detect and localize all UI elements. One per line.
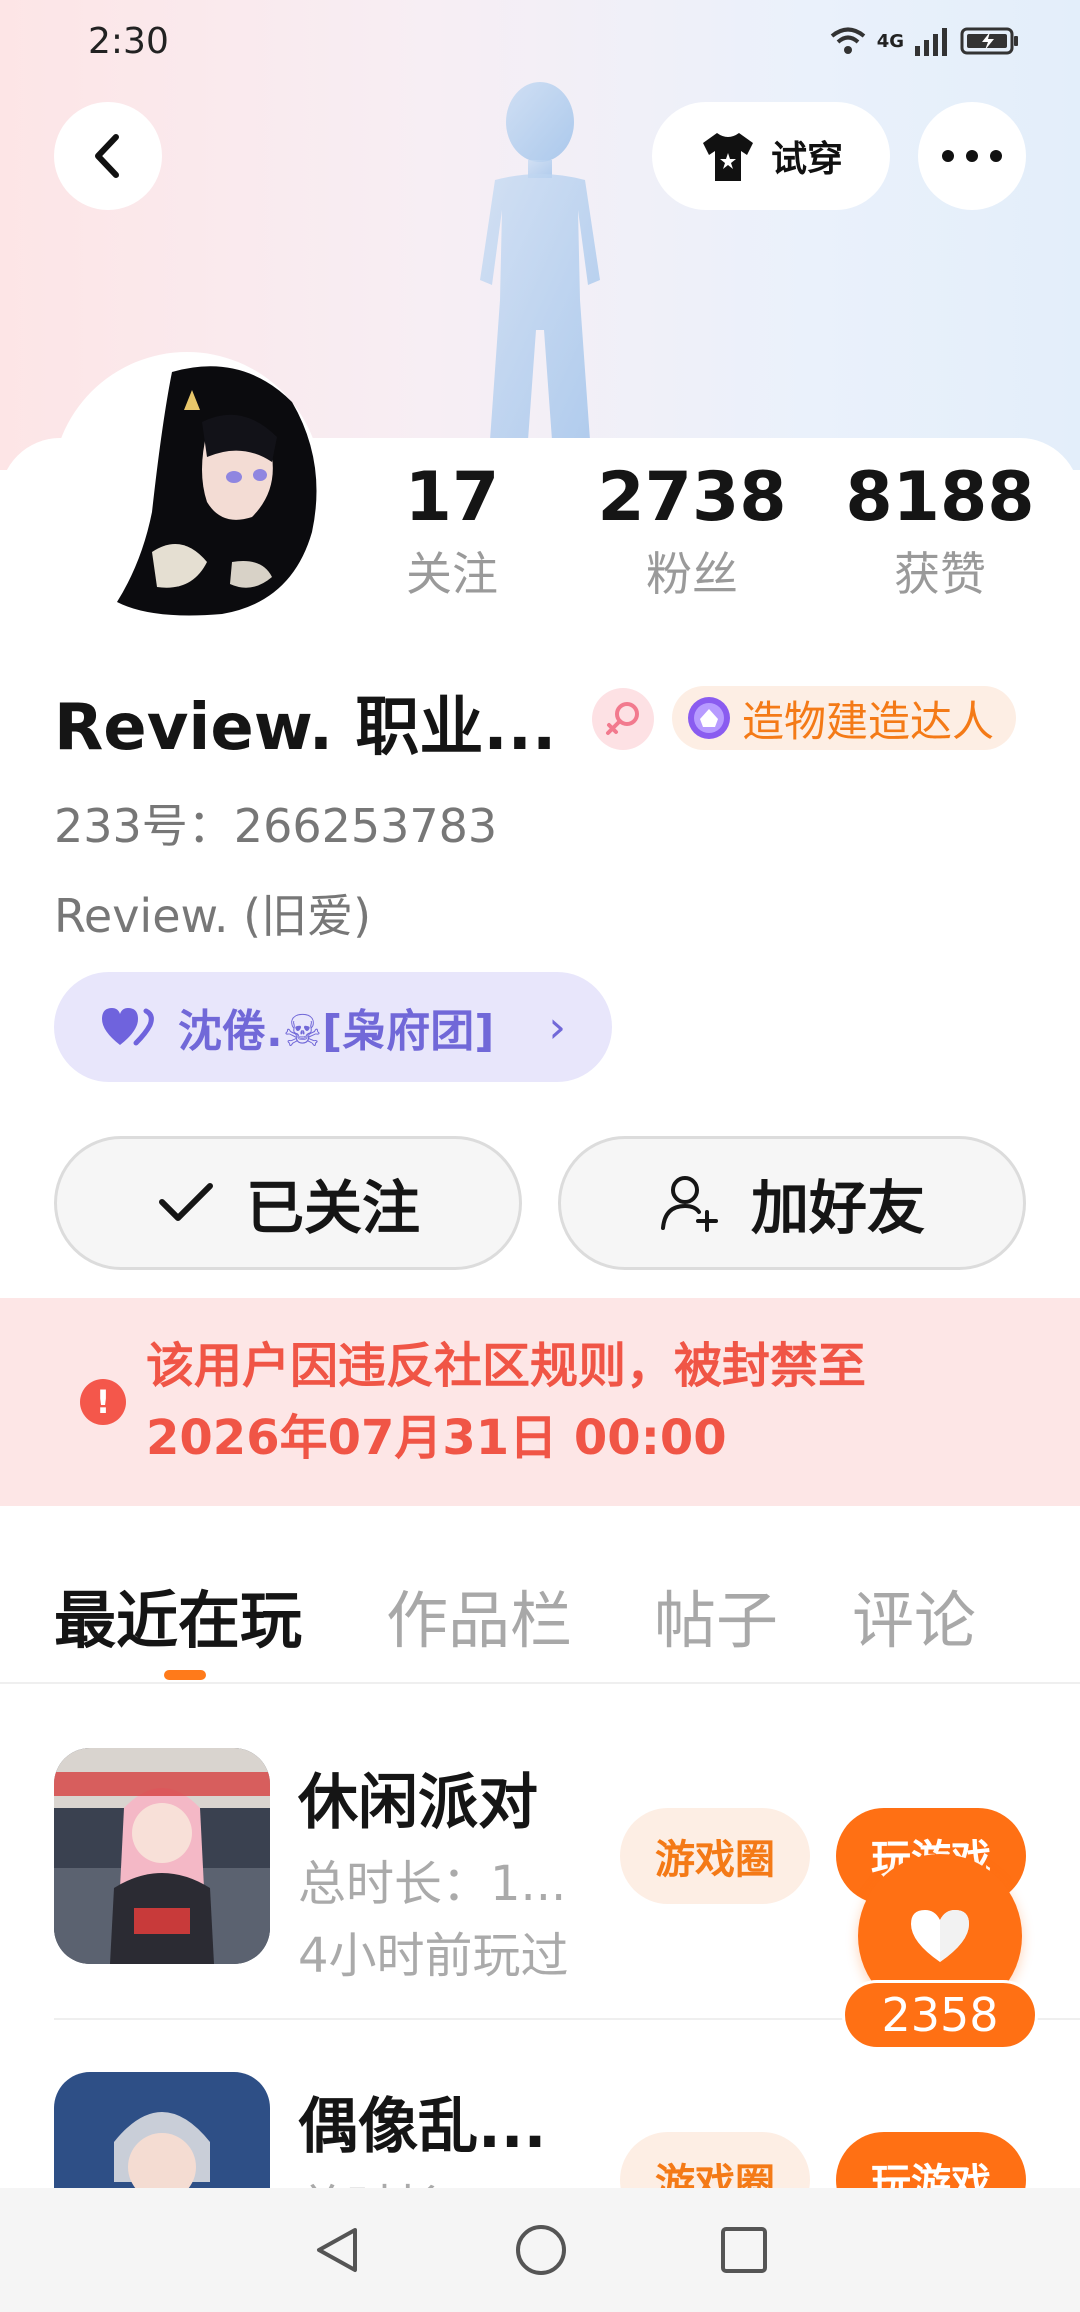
nav-recents-icon[interactable] bbox=[719, 2225, 769, 2275]
tab-recently-played[interactable]: 最近在玩 bbox=[54, 1570, 302, 1660]
game-duration: 总时长：1... bbox=[298, 1856, 567, 1912]
list-item[interactable]: 偶像乱... 总时长：3 游戏圈 玩游戏 bbox=[0, 2072, 1080, 2188]
wifi-icon bbox=[830, 27, 865, 54]
checkmark-icon bbox=[158, 1183, 213, 1221]
game-icon-idol bbox=[54, 2072, 270, 2188]
followed-label: 已关注 bbox=[245, 1174, 420, 1242]
game-last-played: 4小时前玩过 bbox=[298, 1928, 569, 1984]
status-time: 2:30 bbox=[88, 20, 169, 62]
stat-likes[interactable]: 8188 获赞 bbox=[840, 458, 1040, 606]
stat-label: 获赞 bbox=[894, 547, 986, 601]
group-name: 沈倦.☠[枭府团] bbox=[178, 1006, 495, 1057]
group-chip[interactable]: 沈倦.☠[枭府团] › bbox=[54, 972, 612, 1082]
signal-icon bbox=[915, 28, 947, 56]
stat-label: 粉丝 bbox=[646, 547, 738, 601]
game-title: 偶像乱... bbox=[298, 2092, 547, 2162]
chevron-right-icon: › bbox=[548, 1001, 566, 1053]
ban-notice-line1: 该用户因违反社区规则，被封禁至 bbox=[146, 1338, 867, 1394]
game-circle-button[interactable]: 游戏圈 bbox=[620, 1808, 810, 1904]
creator-badge-icon bbox=[688, 697, 730, 739]
warning-icon: ! bbox=[80, 1379, 126, 1425]
back-arrow-icon bbox=[95, 134, 119, 178]
try-on-button[interactable]: 试穿 bbox=[652, 102, 890, 210]
game-duration: 总时长：3 bbox=[298, 2168, 521, 2188]
heart-group-icon bbox=[102, 1008, 154, 1046]
game-title: 休闲派对 bbox=[298, 1768, 538, 1838]
add-friend-button[interactable]: 加好友 bbox=[558, 1136, 1026, 1270]
ban-notice-banner: ! 该用户因违反社区规则，被封禁至 2026年07月31日 00:00 bbox=[0, 1298, 1080, 1506]
ban-notice-line2: 2026年07月31日 00:00 bbox=[146, 1410, 727, 1466]
add-user-icon bbox=[660, 1176, 718, 1232]
play-game-button[interactable]: 玩游戏 bbox=[836, 2132, 1026, 2188]
system-navigation-bar bbox=[0, 2188, 1080, 2312]
nav-back-icon[interactable] bbox=[311, 2224, 363, 2276]
more-options-button[interactable] bbox=[918, 102, 1026, 210]
stat-value: 2738 bbox=[597, 458, 787, 537]
stat-label: 关注 bbox=[406, 547, 498, 601]
game-circle-button[interactable]: 游戏圈 bbox=[620, 2132, 810, 2188]
profile-stats: 17 关注 2738 粉丝 8188 获赞 bbox=[360, 458, 1050, 618]
followed-button[interactable]: 已关注 bbox=[54, 1136, 522, 1270]
tab-posts[interactable]: 帖子 bbox=[654, 1570, 778, 1660]
profile-tabs: 最近在玩 作品栏 帖子 评论 bbox=[0, 1560, 1080, 1684]
user-bio: Review. (旧爱) bbox=[54, 889, 372, 943]
tab-works[interactable]: 作品栏 bbox=[386, 1570, 572, 1660]
stat-value: 17 bbox=[404, 458, 500, 537]
network-type-label: 4G bbox=[876, 30, 904, 52]
user-avatar[interactable] bbox=[112, 362, 318, 620]
active-tab-indicator bbox=[164, 1670, 206, 1680]
creator-title-badge[interactable]: 造物建造达人 bbox=[672, 686, 1017, 750]
stat-fans[interactable]: 2738 粉丝 bbox=[592, 458, 792, 606]
heart-icon bbox=[911, 1910, 969, 1962]
tab-comments[interactable]: 评论 bbox=[852, 1570, 976, 1660]
stat-following[interactable]: 17 关注 bbox=[352, 458, 552, 606]
stat-value: 8188 bbox=[845, 458, 1035, 537]
tshirt-icon bbox=[702, 133, 753, 181]
status-bar: 2:30 4G bbox=[0, 0, 1080, 82]
profile-name: Review. 职业... bbox=[54, 691, 557, 765]
female-gender-badge bbox=[592, 688, 654, 750]
user-id[interactable]: 233号：266253783 bbox=[54, 790, 497, 856]
like-count: 2358 bbox=[842, 1980, 1038, 2050]
nav-home-icon[interactable] bbox=[513, 2222, 569, 2278]
add-friend-label: 加好友 bbox=[750, 1174, 925, 1242]
avatar-3d-figure bbox=[480, 82, 600, 440]
back-button[interactable] bbox=[54, 102, 162, 210]
female-icon bbox=[606, 702, 639, 735]
game-icon-casual-party bbox=[54, 1748, 270, 1964]
battery-icon bbox=[960, 27, 1018, 55]
title-badge-label: 造物建造达人 bbox=[742, 696, 995, 746]
try-on-label: 试穿 bbox=[770, 139, 843, 180]
more-dots-icon bbox=[942, 150, 1002, 162]
